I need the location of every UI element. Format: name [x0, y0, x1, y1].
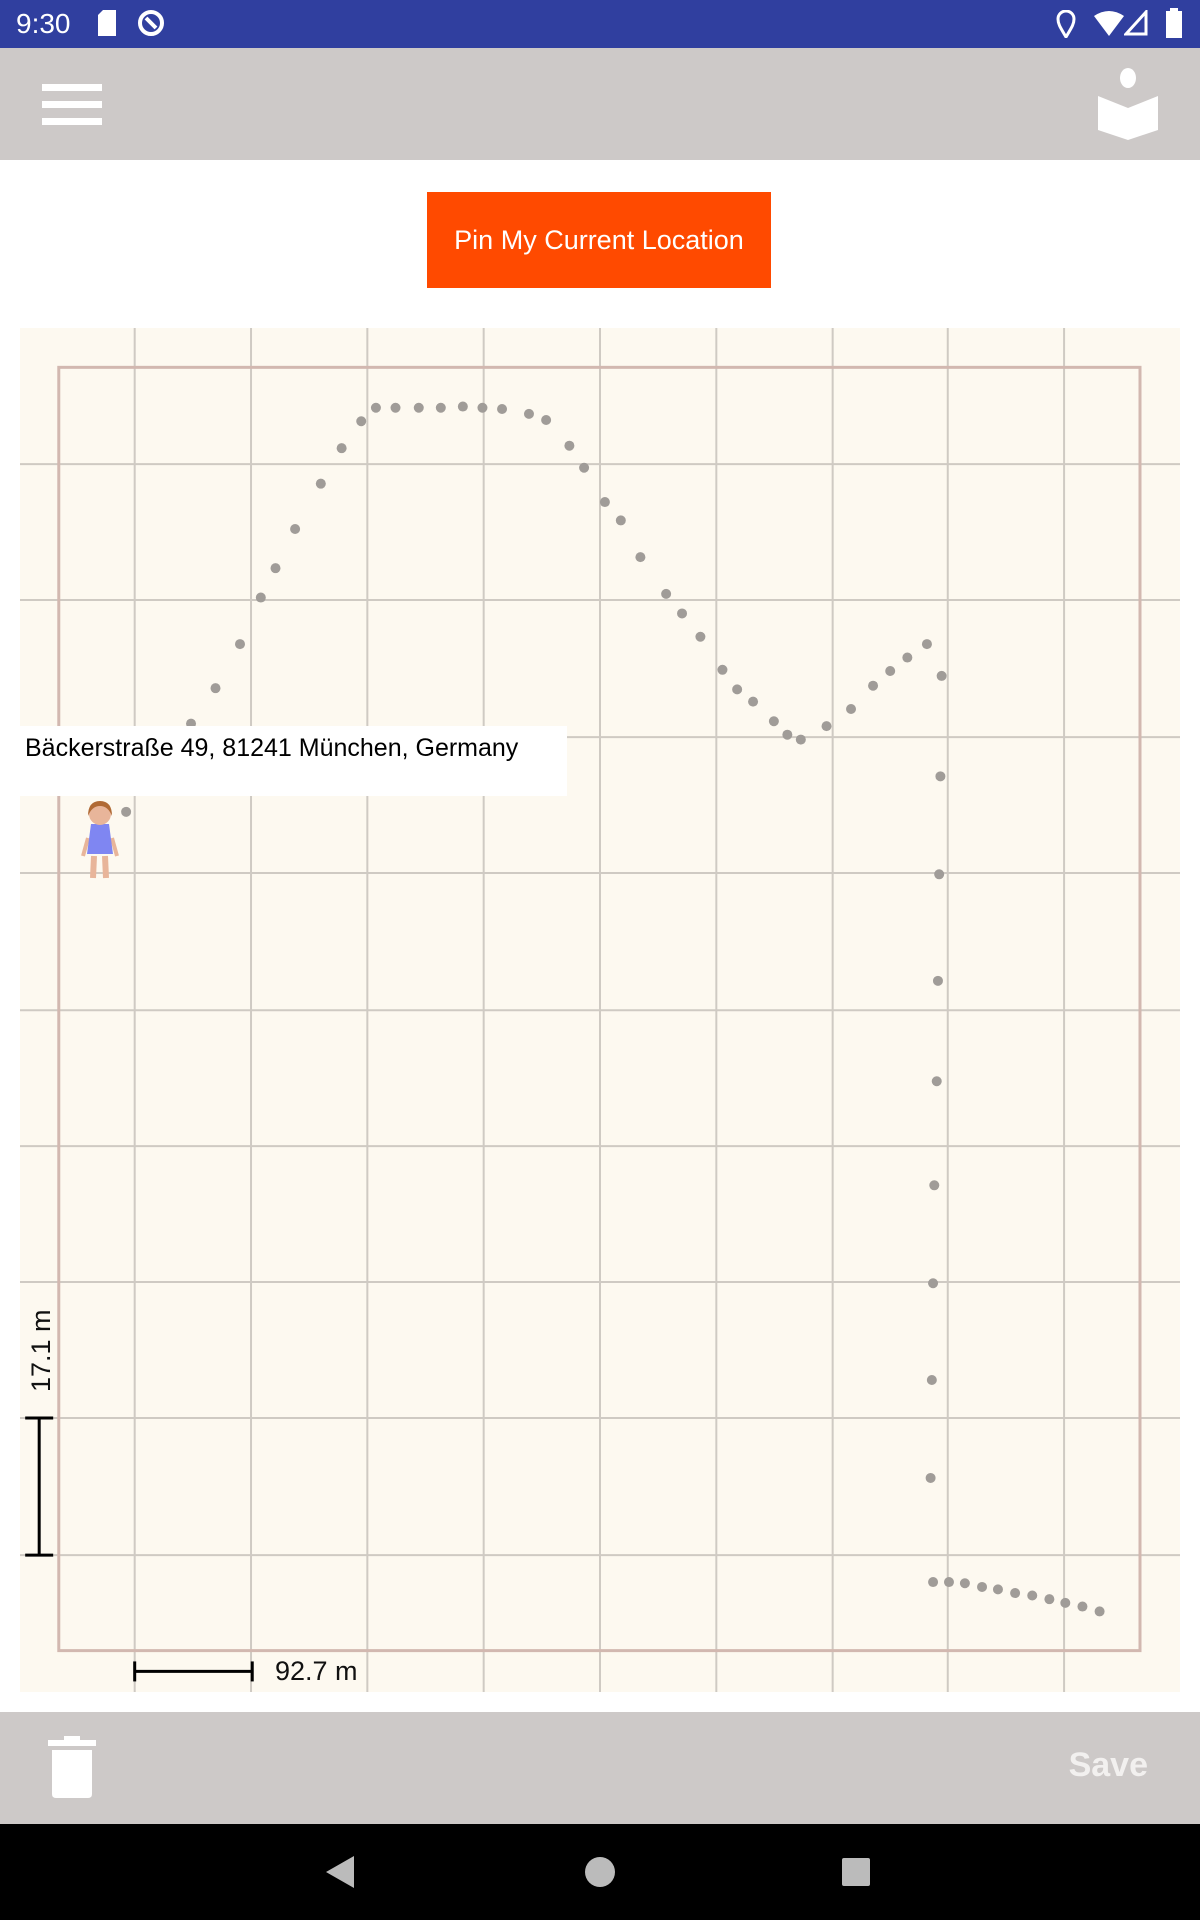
track-point — [748, 696, 759, 707]
track-point — [1077, 1601, 1088, 1612]
track-point — [868, 680, 879, 691]
pin-current-location-button[interactable]: Pin My Current Location — [427, 192, 771, 288]
track-point — [959, 1578, 970, 1589]
track-point — [579, 462, 590, 473]
track-point — [564, 440, 575, 451]
trash-icon[interactable] — [48, 1736, 96, 1798]
track-point — [1094, 1606, 1105, 1617]
vertical-scale-label: 17.1 m — [26, 1309, 56, 1392]
track-point — [599, 497, 610, 508]
track-point — [413, 402, 424, 413]
horizontal-scale-label: 92.7 m — [275, 1656, 358, 1686]
track-point — [934, 869, 945, 880]
status-time: 9:30 — [16, 8, 71, 39]
track-point — [390, 402, 401, 413]
track-point — [1044, 1594, 1055, 1605]
track-point — [370, 402, 381, 413]
back-icon[interactable] — [326, 1856, 356, 1888]
hamburger-menu-icon[interactable] — [42, 84, 102, 126]
track-point — [336, 443, 347, 454]
map-grid — [20, 328, 1180, 1692]
save-button[interactable]: Save — [1069, 1746, 1148, 1785]
address-label: Bäckerstraße 49, 81241 München, Germany — [20, 726, 567, 796]
track-point — [1010, 1588, 1021, 1599]
track-point — [497, 403, 508, 414]
track-point — [435, 402, 446, 413]
map-canvas[interactable] — [20, 328, 1180, 1692]
track-point — [936, 670, 947, 681]
track-point — [695, 631, 706, 642]
track-point — [929, 1180, 940, 1191]
track-point — [356, 416, 367, 427]
track-point — [732, 684, 743, 695]
track-point — [935, 771, 946, 782]
track-point — [992, 1584, 1003, 1595]
track-point — [270, 563, 281, 574]
track-point — [795, 734, 806, 745]
track-point — [315, 478, 326, 489]
track-point — [1060, 1597, 1071, 1608]
track-point — [902, 652, 913, 663]
track-point — [846, 703, 857, 714]
signal-icon — [1124, 10, 1148, 36]
track-point — [821, 721, 832, 732]
track-point — [121, 806, 132, 817]
battery-icon — [1166, 8, 1182, 38]
track-point — [943, 1577, 954, 1588]
track-point — [885, 666, 896, 677]
home-icon[interactable] — [584, 1856, 616, 1888]
track-point — [477, 402, 488, 413]
track-point — [926, 1375, 937, 1385]
track-point — [677, 608, 688, 619]
track-point — [290, 523, 301, 534]
track-point — [928, 1577, 939, 1588]
status-bar: 9:30 — [0, 0, 1200, 48]
sd-card-icon — [98, 10, 116, 36]
child-avatar-icon[interactable] — [78, 798, 122, 880]
track-point — [210, 683, 221, 694]
track-point — [523, 408, 534, 419]
track-point — [925, 1472, 936, 1483]
app-toolbar — [0, 48, 1200, 160]
wifi-icon — [1094, 11, 1124, 36]
system-nav-bar — [0, 1824, 1200, 1920]
track-point — [457, 401, 468, 412]
track-point — [717, 664, 728, 675]
track-point — [782, 729, 793, 740]
reader-book-icon[interactable] — [1096, 68, 1160, 140]
track-point — [635, 552, 646, 563]
track-point — [235, 639, 245, 650]
track-point — [977, 1581, 988, 1592]
track-point — [1027, 1590, 1038, 1601]
track-point — [615, 515, 626, 526]
track-point — [661, 588, 672, 599]
sync-icon — [138, 10, 164, 36]
bottom-bar: Save — [0, 1712, 1200, 1824]
track-point — [768, 716, 779, 727]
location-icon — [1056, 10, 1076, 38]
track-point — [928, 1278, 939, 1289]
track-point — [541, 415, 552, 425]
track-point — [931, 1076, 942, 1087]
track-point — [255, 592, 266, 603]
track-point — [921, 639, 932, 650]
recents-icon[interactable] — [842, 1858, 870, 1886]
track-point — [932, 975, 943, 986]
